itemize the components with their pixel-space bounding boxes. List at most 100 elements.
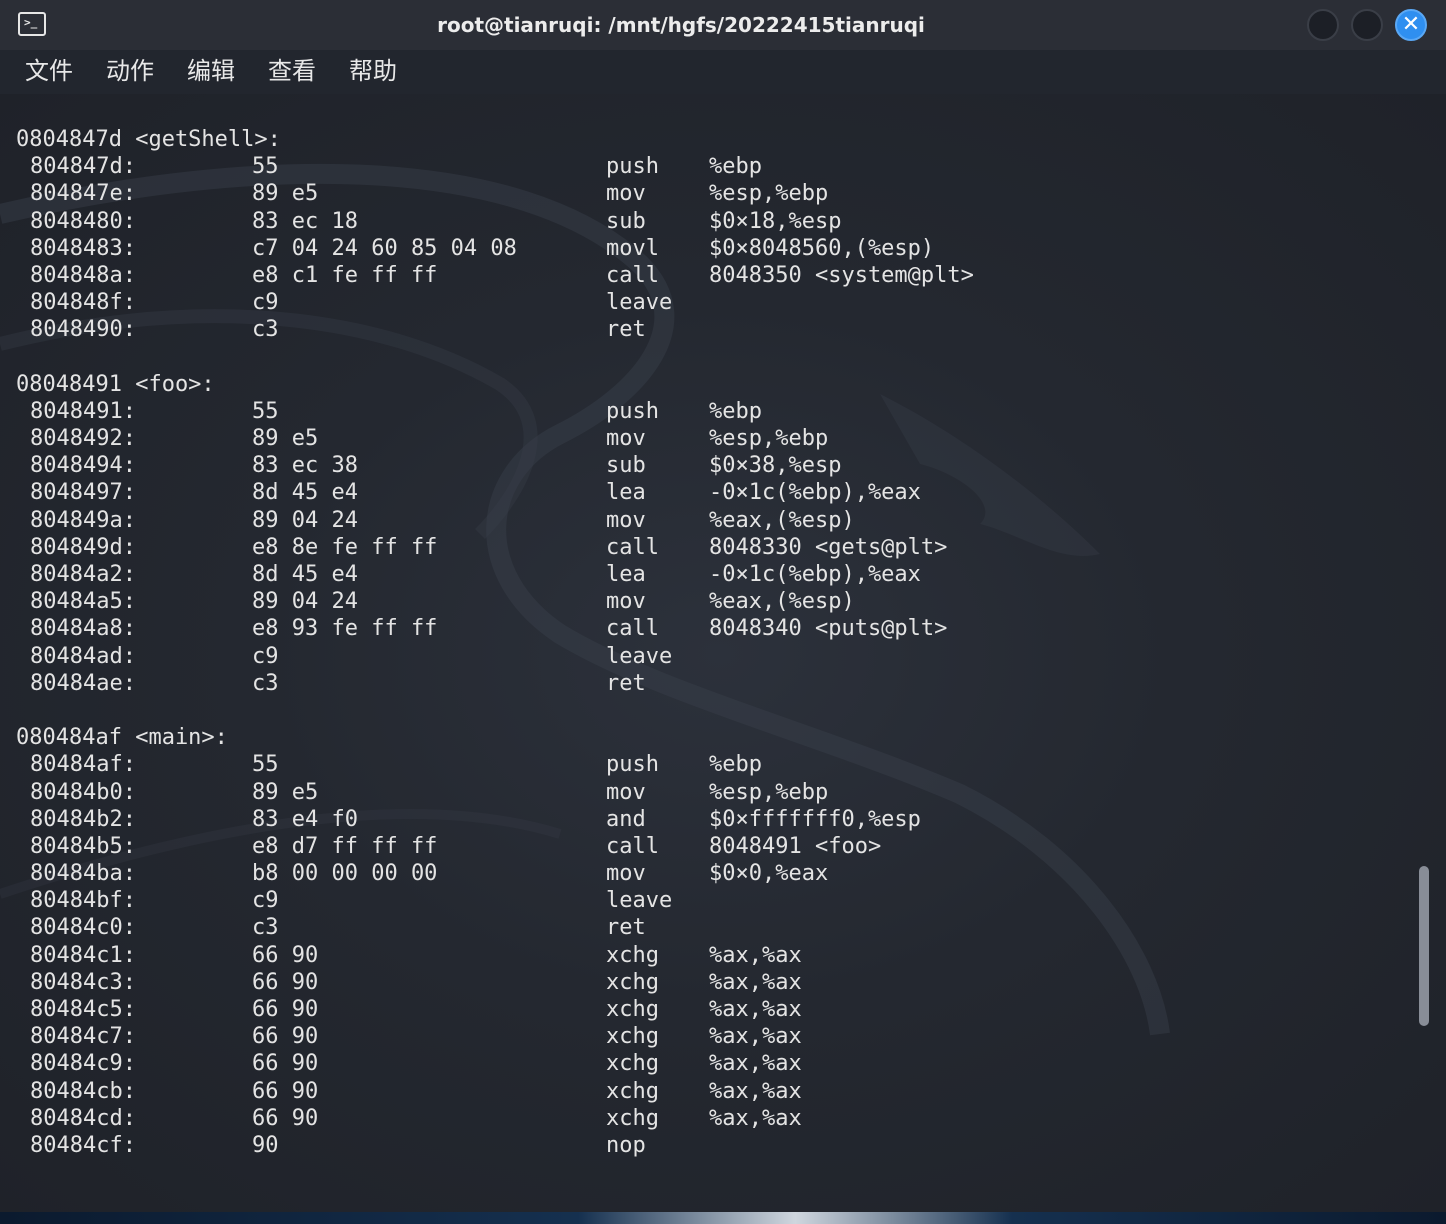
instruction-bytes: 66 90 <box>252 1078 319 1104</box>
instruction-address: 80484ad: <box>30 643 136 669</box>
instruction-address: 80484c0: <box>30 915 136 941</box>
instruction-address: 80484c7: <box>30 1024 136 1050</box>
instruction-address: 804848a: <box>30 262 136 288</box>
menu-file[interactable]: 文件 <box>25 56 73 86</box>
instruction-bytes: b8 00 00 00 00 <box>252 861 438 887</box>
instruction-operands: %eax,(%esp) <box>709 589 855 615</box>
instruction-address: 80484cd: <box>30 1105 136 1131</box>
instruction-address: 804847d: <box>30 154 136 180</box>
instruction-bytes: 8d 45 e4 <box>252 480 358 506</box>
minimize-button[interactable] <box>1307 9 1339 41</box>
instruction-operands: %ebp <box>709 398 762 424</box>
instruction-mnemonic: xchg <box>606 969 659 995</box>
instruction-operands: 8048491 <foo> <box>709 833 882 859</box>
instruction-operands: $0×8048560,(%esp) <box>709 235 935 261</box>
instruction-mnemonic: push <box>606 154 659 180</box>
instruction-operands: 8048330 <gets@plt> <box>709 534 948 560</box>
instruction-bytes: 89 04 24 <box>252 507 358 533</box>
menu-view[interactable]: 查看 <box>268 56 316 86</box>
menu-actions[interactable]: 动作 <box>106 56 154 86</box>
title-bar[interactable]: >_ root@tianruqi: /mnt/hgfs/20222415tian… <box>0 0 1446 50</box>
instruction-bytes: 89 e5 <box>252 181 319 207</box>
instruction-operands: $0×fffffff0,%esp <box>709 806 921 832</box>
instruction-bytes: 89 e5 <box>252 426 319 452</box>
instruction-bytes: 90 <box>252 1132 279 1158</box>
instruction-bytes: c3 <box>252 915 279 941</box>
instruction-mnemonic: sub <box>606 208 646 234</box>
instruction-bytes: 66 90 <box>252 1105 319 1131</box>
instruction-address: 80484af: <box>30 752 136 778</box>
instruction-address: 80484a8: <box>30 616 136 642</box>
instruction-mnemonic: sub <box>606 453 646 479</box>
instruction-bytes: 83 ec 38 <box>252 453 358 479</box>
instruction-mnemonic: mov <box>606 589 646 615</box>
instruction-address: 80484c5: <box>30 997 136 1022</box>
instruction-address: 804849a: <box>30 507 136 533</box>
instruction-address: 80484c9: <box>30 1051 136 1077</box>
instruction-operands: %eax,(%esp) <box>709 507 855 533</box>
instruction-address: 8048480: <box>30 208 136 234</box>
instruction-address: 80484a2: <box>30 562 136 587</box>
instruction-bytes: e8 d7 ff ff ff <box>252 833 438 859</box>
instruction-address: 804848f: <box>30 290 136 316</box>
instruction-operands: %ax,%ax <box>709 942 802 968</box>
instruction-bytes: e8 c1 fe ff ff <box>252 262 438 288</box>
instruction-bytes: 89 04 24 <box>252 589 358 615</box>
instruction-mnemonic: mov <box>606 779 646 805</box>
instruction-mnemonic: xchg <box>606 1024 659 1050</box>
maximize-button[interactable] <box>1351 9 1383 41</box>
instruction-operands: %esp,%ebp <box>709 181 829 207</box>
function-label: 08048491 <foo>: <box>16 371 215 397</box>
instruction-mnemonic: call <box>606 262 659 288</box>
instruction-address: 8048490: <box>30 317 136 343</box>
instruction-address: 80484cb: <box>30 1078 136 1104</box>
instruction-mnemonic: leave <box>606 290 673 316</box>
instruction-mnemonic: xchg <box>606 1105 659 1131</box>
instruction-address: 80484ae: <box>30 670 136 696</box>
instruction-mnemonic: mov <box>606 426 646 452</box>
instruction-operands: %ax,%ax <box>709 1078 802 1104</box>
instruction-bytes: 66 90 <box>252 1051 319 1077</box>
close-icon: ✕ <box>1401 12 1421 37</box>
instruction-mnemonic: leave <box>606 643 673 669</box>
menu-edit[interactable]: 编辑 <box>187 56 235 86</box>
instruction-bytes: 55 <box>252 752 279 778</box>
instruction-address: 80484a5: <box>30 589 136 615</box>
instruction-address: 8048492: <box>30 426 136 452</box>
menu-help[interactable]: 帮助 <box>349 56 397 86</box>
function-label: 080484af <main>: <box>16 725 228 751</box>
instruction-address: 8048491: <box>30 398 136 424</box>
instruction-mnemonic: ret <box>606 915 646 941</box>
instruction-bytes: 66 90 <box>252 969 319 995</box>
instruction-operands: %ebp <box>709 752 762 778</box>
instruction-bytes: 8d 45 e4 <box>252 562 358 587</box>
instruction-address: 80484b0: <box>30 779 136 805</box>
instruction-operands: 8048350 <system@plt> <box>709 262 974 288</box>
scrollbar-thumb[interactable] <box>1419 866 1429 1026</box>
instruction-mnemonic: call <box>606 833 659 859</box>
instruction-bytes: c3 <box>252 317 279 343</box>
function-label: 0804847d <getShell>: <box>16 127 281 152</box>
instruction-bytes: 66 90 <box>252 997 319 1022</box>
instruction-mnemonic: ret <box>606 670 646 696</box>
instruction-operands: %ax,%ax <box>709 969 802 995</box>
instruction-address: 80484c3: <box>30 969 136 995</box>
instruction-mnemonic: and <box>606 806 646 832</box>
instruction-bytes: e8 8e fe ff ff <box>252 534 438 560</box>
instruction-operands: %ax,%ax <box>709 997 802 1022</box>
instruction-address: 80484c1: <box>30 942 136 968</box>
instruction-bytes: c9 <box>252 888 279 914</box>
instruction-bytes: 89 e5 <box>252 779 319 805</box>
instruction-mnemonic: xchg <box>606 997 659 1022</box>
instruction-address: 804847e: <box>30 181 136 207</box>
instruction-bytes: c9 <box>252 290 279 316</box>
instruction-address: 80484b2: <box>30 806 136 832</box>
instruction-address: 80484bf: <box>30 888 136 914</box>
instruction-mnemonic: xchg <box>606 942 659 968</box>
close-button[interactable]: ✕ <box>1395 9 1427 41</box>
instruction-address: 8048483: <box>30 235 136 261</box>
instruction-bytes: 83 e4 f0 <box>252 806 358 832</box>
instruction-mnemonic: push <box>606 752 659 778</box>
desktop-strip <box>0 1212 1446 1224</box>
terminal-output[interactable]: 0804847d <getShell>: 804847d: 55 push %ebp 80… <box>0 94 1446 1212</box>
